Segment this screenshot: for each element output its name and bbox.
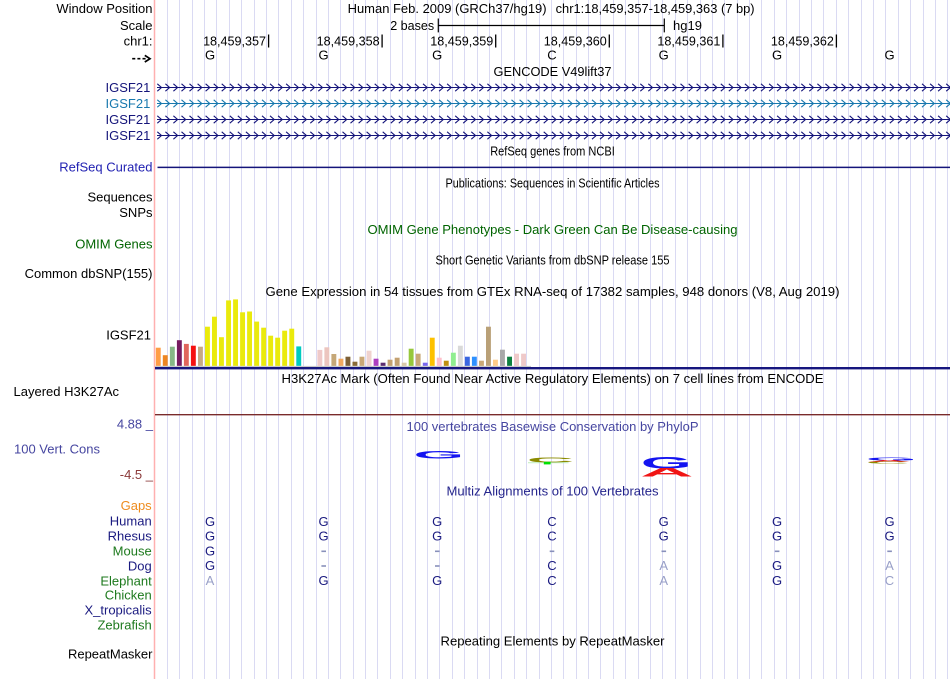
svg-text:100 vertebrates Basewise Conse: 100 vertebrates Basewise Conservation by… <box>407 419 699 434</box>
svg-text:G: G <box>319 529 329 544</box>
svg-text:RepeatMasker: RepeatMasker <box>68 646 153 661</box>
svg-text:C: C <box>547 529 556 544</box>
svg-text:100 Vert. Cons: 100 Vert. Cons <box>14 441 100 456</box>
svg-text:Common dbSNP(155): Common dbSNP(155) <box>25 266 153 281</box>
svg-text:Human: Human <box>110 514 152 529</box>
svg-text:OMIM Genes: OMIM Genes <box>75 237 153 252</box>
svg-text:2 bases: 2 bases <box>390 18 434 33</box>
svg-text:H3K27Ac Mark (Often Found Near: H3K27Ac Mark (Often Found Near Active Re… <box>282 371 824 386</box>
svg-text:G: G <box>205 558 215 573</box>
svg-text:G: G <box>659 514 669 529</box>
svg-text:C: C <box>866 461 909 464</box>
svg-text:18,459,361: 18,459,361 <box>657 34 720 49</box>
svg-text:Zebrafish: Zebrafish <box>97 618 151 633</box>
svg-text:IGSF21: IGSF21 <box>106 96 151 111</box>
svg-text:G: G <box>205 514 215 529</box>
svg-text:18,459,359: 18,459,359 <box>430 34 493 49</box>
svg-text:G: G <box>432 48 442 63</box>
svg-text:18,459,362: 18,459,362 <box>771 34 834 49</box>
svg-text:Publications: Sequences in Sci: Publications: Sequences in Scientific Ar… <box>446 175 660 190</box>
svg-text:hg19: hg19 <box>673 18 702 33</box>
svg-text:G: G <box>319 48 329 63</box>
svg-text:18,459,358: 18,459,358 <box>317 34 380 49</box>
svg-text:GENCODE V49lift37: GENCODE V49lift37 <box>494 64 612 79</box>
svg-text:G: G <box>884 514 894 529</box>
svg-text:C: C <box>547 558 556 573</box>
svg-text:Mouse: Mouse <box>113 543 152 558</box>
svg-text:-4.5 _: -4.5 _ <box>120 467 154 482</box>
svg-text:4.88 _: 4.88 _ <box>117 417 154 432</box>
svg-text:A: A <box>659 558 668 573</box>
svg-text:A: A <box>206 573 215 588</box>
svg-text:G: G <box>884 529 894 544</box>
svg-text:G: G <box>432 514 442 529</box>
svg-text:A: A <box>885 558 894 573</box>
svg-text:G: G <box>772 514 782 529</box>
svg-text:G: G <box>413 448 464 461</box>
svg-text:RefSeq Curated: RefSeq Curated <box>59 159 152 174</box>
svg-text:SNPs: SNPs <box>119 205 153 220</box>
svg-text:G: G <box>659 529 669 544</box>
svg-text:chr1:18,459,357-18,459,363 (7: chr1:18,459,357-18,459,363 (7 bp) <box>556 1 755 16</box>
svg-text:Elephant: Elephant <box>100 574 152 589</box>
svg-text:G: G <box>205 529 215 544</box>
svg-text:Dog: Dog <box>128 559 152 574</box>
svg-text:IGSF21: IGSF21 <box>106 112 151 127</box>
svg-text:G: G <box>659 48 669 63</box>
svg-text:Window Position: Window Position <box>56 1 152 16</box>
svg-text:G: G <box>884 48 894 63</box>
svg-text:Layered H3K27Ac: Layered H3K27Ac <box>14 384 120 399</box>
svg-text:C: C <box>885 573 894 588</box>
svg-text:18,459,360: 18,459,360 <box>544 34 607 49</box>
svg-text:C: C <box>547 573 556 588</box>
svg-text:Chicken: Chicken <box>105 588 152 603</box>
svg-text:Gene Expression in 54 tissues: Gene Expression in 54 tissues from GTEx … <box>266 284 840 299</box>
svg-text:G: G <box>432 573 442 588</box>
svg-text:Sequences: Sequences <box>87 189 153 204</box>
svg-text:A: A <box>659 573 668 588</box>
svg-text:G: G <box>772 48 782 63</box>
svg-text:IGSF21: IGSF21 <box>106 328 151 343</box>
svg-text:Rhesus: Rhesus <box>108 529 153 544</box>
svg-text:Gaps: Gaps <box>121 498 153 513</box>
svg-text:G: G <box>772 529 782 544</box>
svg-text:G: G <box>205 543 215 558</box>
svg-text:IGSF21: IGSF21 <box>106 80 151 95</box>
svg-text:G: G <box>772 573 782 588</box>
svg-text:X_tropicalis: X_tropicalis <box>84 603 152 618</box>
svg-text:C: C <box>547 514 556 529</box>
svg-text:G: G <box>432 529 442 544</box>
svg-text:chr1:: chr1: <box>124 34 153 49</box>
svg-text:RefSeq genes from NCBI: RefSeq genes from NCBI <box>490 143 615 158</box>
svg-text:G: G <box>319 573 329 588</box>
svg-text:Multiz Alignments of 100 Verte: Multiz Alignments of 100 Vertebrates <box>447 484 659 499</box>
svg-text:Human Feb. 2009 (GRCh37/hg19): Human Feb. 2009 (GRCh37/hg19) <box>348 1 547 16</box>
svg-text:IGSF21: IGSF21 <box>106 128 151 143</box>
svg-text:G: G <box>319 514 329 529</box>
svg-text:18,459,357: 18,459,357 <box>203 34 266 49</box>
svg-text:OMIM Gene Phenotypes - Dark Gr: OMIM Gene Phenotypes - Dark Green Can Be… <box>368 222 738 237</box>
svg-text:Repeating Elements by RepeatMa: Repeating Elements by RepeatMasker <box>441 633 666 648</box>
svg-text:A: A <box>640 466 693 479</box>
svg-text:Short Genetic Variants from db: Short Genetic Variants from dbSNP releas… <box>436 253 670 268</box>
svg-text:C: C <box>547 48 556 63</box>
svg-text:G: G <box>205 48 215 63</box>
svg-text:G: G <box>772 558 782 573</box>
svg-text:Scale: Scale <box>120 18 153 33</box>
